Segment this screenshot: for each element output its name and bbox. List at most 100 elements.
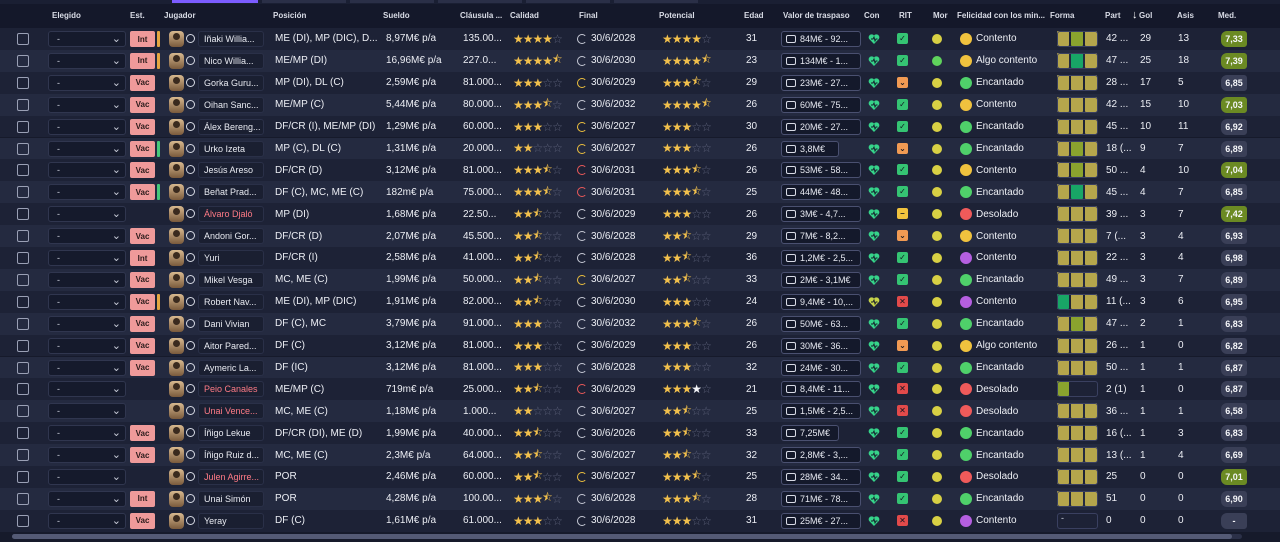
table-row[interactable]: - ⌄ Vac Urko Izeta MP (C), DL (C) 1,31M€ p/a 2…: [0, 137, 1280, 160]
player-pin-icon[interactable]: [186, 428, 195, 438]
player-name[interactable]: Nico Willia...: [198, 52, 264, 69]
column-header[interactable]: Est.: [130, 11, 145, 20]
player-pin-icon[interactable]: [186, 77, 195, 87]
transfer-value[interactable]: 8,4M€ - 11...: [781, 381, 861, 398]
chosen-dropdown[interactable]: - ⌄: [48, 140, 126, 157]
player-name[interactable]: Dani Vivian: [198, 315, 264, 332]
status-badge[interactable]: Vac: [130, 140, 155, 157]
player-pin-icon[interactable]: [186, 143, 195, 153]
transfer-value[interactable]: 7M€ - 8,2...: [781, 228, 861, 245]
tab-indicator[interactable]: [262, 0, 346, 3]
chosen-dropdown[interactable]: - ⌄: [48, 512, 126, 529]
column-header[interactable]: Med.: [1218, 11, 1236, 20]
select-checkbox[interactable]: [17, 98, 29, 111]
player-name[interactable]: Íñigo Ruiz d...: [198, 447, 264, 464]
chosen-dropdown[interactable]: - ⌄: [48, 293, 126, 310]
status-badge[interactable]: Vac: [130, 293, 155, 310]
player-pin-icon[interactable]: [186, 362, 195, 372]
player-pin-icon[interactable]: [186, 515, 195, 525]
select-checkbox[interactable]: [17, 142, 29, 155]
chosen-dropdown[interactable]: - ⌄: [48, 52, 126, 69]
table-row[interactable]: - ⌄ Unai Vence... MC, ME (C) 1,18M€ p/a 1.000…: [0, 400, 1280, 423]
player-pin-icon[interactable]: [186, 253, 195, 262]
scrollbar-thumb[interactable]: [12, 534, 1232, 539]
player-name[interactable]: Mikel Vesga: [198, 271, 264, 288]
player-name[interactable]: Beñat Prad...: [198, 184, 264, 201]
status-badge[interactable]: Vac: [130, 271, 155, 288]
chosen-dropdown[interactable]: - ⌄: [48, 469, 126, 485]
transfer-value[interactable]: 25M€ - 27...: [781, 512, 861, 529]
chosen-dropdown[interactable]: - ⌄: [48, 381, 126, 398]
sort-desc-icon[interactable]: ↓: [1132, 9, 1138, 21]
table-row[interactable]: - ⌄ Vac Álex Bereng... DF/CR (I), ME/MP (DI)…: [0, 115, 1280, 138]
active-tab-indicator[interactable]: [172, 0, 258, 3]
chosen-dropdown[interactable]: - ⌄: [48, 359, 126, 376]
tab-indicator[interactable]: [614, 0, 698, 3]
player-name[interactable]: Unai Vence...: [198, 403, 264, 420]
table-row[interactable]: - ⌄ Int Yuri DF/CR (I) 2,58M€ p/a 41.000... ★ ★ ⯪…: [0, 247, 1280, 269]
chosen-dropdown[interactable]: - ⌄: [48, 228, 126, 245]
transfer-value[interactable]: 30M€ - 36...: [781, 337, 861, 354]
player-name[interactable]: Álvaro Djaló: [198, 206, 264, 223]
transfer-value[interactable]: 53M€ - 58...: [781, 162, 861, 179]
chosen-dropdown[interactable]: - ⌄: [48, 447, 126, 464]
select-checkbox[interactable]: [17, 427, 29, 440]
chosen-dropdown[interactable]: - ⌄: [48, 31, 126, 47]
transfer-value[interactable]: 2M€ - 3,1M€: [781, 271, 861, 288]
horizontal-scrollbar[interactable]: [12, 534, 1242, 539]
column-header[interactable]: Forma: [1050, 11, 1074, 20]
player-name[interactable]: Peio Canales: [198, 381, 264, 398]
column-header[interactable]: Posición: [273, 11, 306, 20]
status-badge[interactable]: Vac: [130, 337, 155, 354]
column-header[interactable]: Mor: [933, 11, 948, 20]
status-badge[interactable]: Int: [130, 490, 155, 507]
transfer-value[interactable]: 134M€ - 1...: [781, 52, 861, 69]
select-checkbox[interactable]: [17, 361, 29, 374]
table-row[interactable]: - ⌄ Vac Dani Vivian DF (C), MC 3,79M€ p/a 91.0…: [0, 312, 1280, 335]
column-header[interactable]: Valor de traspaso: [783, 11, 850, 20]
table-row[interactable]: - ⌄ Vac Robert Nav... ME (DI), MP (DIC) 1,91M…: [0, 290, 1280, 313]
player-pin-icon[interactable]: [186, 187, 195, 197]
table-row[interactable]: - ⌄ Vac Beñat Prad... DF (C), MC, ME (C) 182m…: [0, 181, 1280, 204]
player-name[interactable]: Unai Simón: [198, 490, 264, 507]
chosen-dropdown[interactable]: - ⌄: [48, 315, 126, 332]
player-pin-icon[interactable]: [186, 340, 195, 350]
table-row[interactable]: - ⌄ Julen Agirre... POR 2,46M€ p/a 60.000... ★…: [0, 466, 1280, 488]
table-row[interactable]: - ⌄ Int Unai Simón POR 4,28M€ p/a 100.00... ★ ★ ★…: [0, 487, 1280, 510]
transfer-value[interactable]: 84M€ - 92...: [781, 31, 861, 47]
column-header[interactable]: Asis: [1177, 11, 1194, 20]
player-name[interactable]: Oihan Sanc...: [198, 96, 264, 113]
status-badge[interactable]: Vac: [130, 425, 155, 442]
table-row[interactable]: - ⌄ Vac Mikel Vesga MC, ME (C) 1,99M€ p/a 50.0…: [0, 268, 1280, 291]
transfer-value[interactable]: 3M€ - 4,7...: [781, 206, 861, 223]
select-checkbox[interactable]: [17, 164, 29, 177]
column-header[interactable]: Cláusula ...: [460, 11, 502, 20]
select-checkbox[interactable]: [17, 492, 29, 505]
player-pin-icon[interactable]: [186, 165, 195, 175]
table-row[interactable]: - ⌄ Vac Íñigo Ruiz d... MC, ME (C) 2,3M€ p/a 6…: [0, 444, 1280, 466]
table-row[interactable]: - ⌄ Vac Aymeric La... DF (IC) 3,12M€ p/a 81.00…: [0, 356, 1280, 379]
player-name[interactable]: Jesús Areso: [198, 162, 264, 179]
status-badge[interactable]: Vac: [130, 512, 155, 529]
chosen-dropdown[interactable]: - ⌄: [48, 337, 126, 354]
chosen-dropdown[interactable]: - ⌄: [48, 74, 126, 91]
select-checkbox[interactable]: [17, 471, 29, 483]
transfer-value[interactable]: 60M€ - 75...: [781, 96, 861, 113]
chosen-dropdown[interactable]: - ⌄: [48, 206, 126, 223]
transfer-value[interactable]: 2,8M€ - 3,...: [781, 447, 861, 464]
select-checkbox[interactable]: [17, 208, 29, 221]
transfer-value[interactable]: 50M€ - 63...: [781, 315, 861, 332]
player-pin-icon[interactable]: [186, 274, 195, 284]
column-header[interactable]: Jugador: [164, 11, 196, 20]
select-checkbox[interactable]: [17, 120, 29, 133]
column-header[interactable]: Con: [864, 11, 880, 20]
player-name[interactable]: Aitor Pared...: [198, 337, 264, 354]
select-checkbox[interactable]: [17, 317, 29, 330]
column-header[interactable]: Elegido: [52, 11, 81, 20]
status-badge[interactable]: Vac: [130, 359, 155, 376]
player-pin-icon[interactable]: [186, 99, 195, 109]
transfer-value[interactable]: 9,4M€ - 10,...: [781, 293, 861, 310]
table-row[interactable]: - ⌄ Vac Jesús Areso DF/CR (D) 3,12M€ p/a 81.00…: [0, 159, 1280, 182]
select-checkbox[interactable]: [17, 230, 29, 243]
table-row[interactable]: - ⌄ Int Nico Willia... ME/MP (DI) 16,96M€ p/a…: [0, 49, 1280, 72]
